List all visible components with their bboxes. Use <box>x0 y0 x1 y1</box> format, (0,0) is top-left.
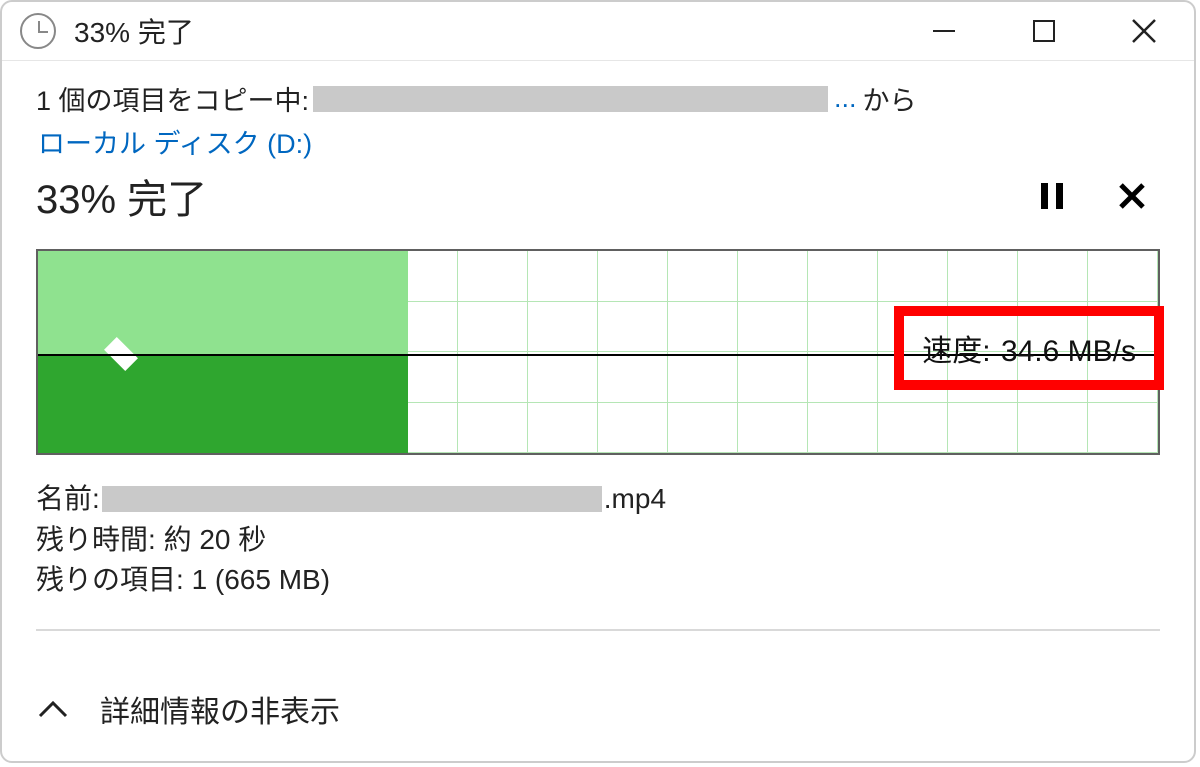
minimize-button[interactable] <box>894 2 994 60</box>
progress-percent-text: 33% 完了 <box>36 167 207 225</box>
detail-name-redacted <box>102 486 602 512</box>
progress-heading-row: 33% 完了 <box>36 167 1160 225</box>
copy-progress-window: 33% 完了 1 個の項目をコピー中 <box>0 0 1196 763</box>
graph-speed-area <box>38 354 408 453</box>
speed-graph: 速度: 34.6 MB/s <box>36 249 1160 455</box>
detail-remaining-label: 残りの項目: <box>36 560 184 601</box>
detail-time-row: 残り時間: 約 20 秒 <box>36 520 1160 561</box>
window-title: 33% 完了 <box>74 11 194 51</box>
copy-prefix: 1 個の項目をコピー中: <box>36 79 309 118</box>
chevron-up-icon <box>36 698 70 720</box>
speed-value: 34.6 MB/s <box>1001 335 1136 368</box>
details-toggle-label: 詳細情報の非表示 <box>100 687 340 731</box>
window-controls <box>894 2 1194 60</box>
details-toggle[interactable]: 詳細情報の非表示 <box>2 667 1194 761</box>
detail-name-row: 名前: .mp4 <box>36 479 1160 520</box>
pause-button[interactable] <box>1024 172 1080 220</box>
pause-icon <box>1039 181 1065 211</box>
close-icon <box>1117 181 1147 211</box>
copy-status-line: 1 個の項目をコピー中: ... から ローカル ディスク (D:) <box>36 79 1160 161</box>
cancel-button[interactable] <box>1104 172 1160 220</box>
detail-time-label: 残り時間: <box>36 520 156 561</box>
from-word: から <box>863 79 917 118</box>
speed-indicator-box: 速度: 34.6 MB/s <box>894 306 1164 390</box>
maximize-button[interactable] <box>994 2 1094 60</box>
speed-label: 速度: <box>922 335 990 368</box>
dialog-body: 1 個の項目をコピー中: ... から ローカル ディスク (D:) 33% 完… <box>2 61 1194 667</box>
source-path-ellipsis[interactable]: ... <box>834 83 857 114</box>
close-button[interactable] <box>1094 2 1194 60</box>
titlebar: 33% 完了 <box>2 2 1194 61</box>
file-details: 名前: .mp4 残り時間: 約 20 秒 残りの項目: 1 (665 MB) <box>36 479 1160 601</box>
detail-time-value: 約 20 秒 <box>164 520 267 561</box>
detail-name-suffix: .mp4 <box>604 479 666 520</box>
source-path-redacted <box>313 86 828 112</box>
detail-name-label: 名前: <box>36 479 100 520</box>
detail-remaining-value: 1 (665 MB) <box>192 560 331 601</box>
clock-icon <box>20 13 56 49</box>
destination-link[interactable]: ローカル ディスク (D:) <box>38 122 312 161</box>
separator <box>36 629 1160 631</box>
detail-remaining-row: 残りの項目: 1 (665 MB) <box>36 560 1160 601</box>
